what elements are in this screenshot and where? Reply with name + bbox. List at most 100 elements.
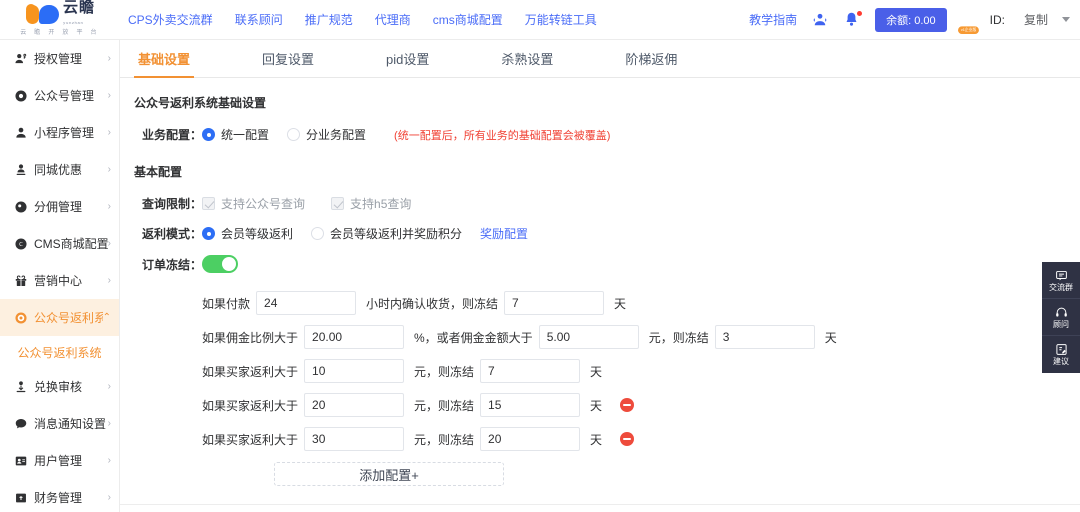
balance-button[interactable]: 余额: 0.00 [875,7,947,32]
sidebar-label: 营销中心 [34,274,83,288]
sidebar-label: 小程序管理 [34,126,95,140]
tab-pid-settings[interactable]: pid设置 [382,40,433,77]
cond-mid: 元，则冻结 [414,398,475,413]
radio-member-level-rebate-points[interactable]: 会员等级返利并奖励积分 [311,225,462,242]
commission-amount-input[interactable] [538,325,639,349]
sidebar-item-miniprogram[interactable]: 小程序管理 › [0,114,119,151]
tab-bar: 基础设置 回复设置 pid设置 杀熟设置 阶梯返佣 [120,40,1080,78]
wallet-icon [13,490,28,505]
chevron-right-icon: › [107,380,111,392]
chevron-right-icon: › [107,89,111,101]
customer-service-icon[interactable] [811,11,829,29]
teaching-guide-link[interactable]: 教学指南 [749,11,797,28]
chevron-right-icon: › [107,491,111,503]
float-item-label: 顾问 [1053,319,1069,329]
nav-link-contact-advisor[interactable]: 联系顾问 [235,11,283,28]
brand-logo[interactable]: 云瞻 yunzhan 云 瞻 开 放 平 台 [0,0,120,40]
buyer-rebate-amount-input-3[interactable] [304,427,405,451]
tab-basic-settings[interactable]: 基础设置 [134,40,195,78]
nav-link-cps-group[interactable]: CPS外卖交流群 [128,11,213,28]
copy-id-button[interactable]: 复制 [1024,11,1048,28]
logo-name-pinyin: yunzhan [62,19,84,25]
float-item-label: 建议 [1053,357,1069,366]
nav-link-link-converter[interactable]: 万能转链工具 [525,11,597,28]
payment-freeze-days-input[interactable] [504,291,605,315]
buyer-rebate-freeze-days-input-1[interactable] [480,359,581,383]
sidebar-item-commission[interactable]: 分佣管理 › [0,188,119,225]
sidebar-item-exchange-review[interactable]: 兑换审核 › [0,368,119,405]
order-freeze-toggle[interactable] [202,255,238,273]
condition-row-commission-rate: 如果佣金比例大于 %，或者佣金金额大于 元，则冻结 天 [202,320,1080,354]
nav-link-cms-config[interactable]: cms商城配置 [433,11,503,28]
checkbox-label: 支持公众号查询 [221,197,306,211]
svg-text:C: C [19,242,23,248]
radio-dot-icon [311,227,325,240]
sidebar-subitem-rebate-system[interactable]: 公众号返利系统 [0,336,119,368]
nav-link-promotion-rules[interactable]: 推广规范 [305,11,353,28]
payment-hours-input[interactable] [256,291,357,315]
nav-link-agent[interactable]: 代理商 [375,11,411,28]
user-account-block[interactable]: v1企业版 ID: [957,7,1010,34]
cond-prefix: 如果买家返利大于 [202,398,299,413]
cond-mid: 元，则冻结 [414,432,475,447]
sidebar-item-local-deals[interactable]: 同城优惠 › [0,151,119,188]
radio-split-config[interactable]: 分业务配置 [287,126,366,143]
chevron-right-icon: › [107,274,111,286]
commission-freeze-days-input[interactable] [714,325,815,349]
chevron-up-icon: ⌃ [102,311,111,323]
checkbox-label: 支持h5查询 [350,197,412,211]
avatar-version-badge: v1企业版 [957,25,979,34]
tab-tiered-commission[interactable]: 阶梯返佣 [621,40,681,77]
chevron-right-icon: › [107,126,111,138]
chevron-right-icon: › [107,417,111,429]
delete-condition-button-2[interactable] [620,398,635,412]
sidebar-item-marketing-center[interactable]: 营销中心 › [0,262,119,299]
buyer-rebate-amount-input-1[interactable] [304,359,405,383]
sidebar-item-cms-mall[interactable]: C CMS商城配置 › [0,225,119,262]
chevron-right-icon: › [107,163,111,175]
buyer-rebate-amount-input-2[interactable] [304,393,405,417]
row-order-freeze: 订单冻结： [134,255,1080,273]
delete-condition-button-3[interactable] [620,432,635,446]
target-icon [13,310,28,325]
buyer-rebate-freeze-days-input-3[interactable] [480,427,581,451]
radio-unified-config[interactable]: 统一配置 [202,126,269,143]
sidebar-item-message-notify[interactable]: 消息通知设置 › [0,405,119,442]
radio-member-level-rebate[interactable]: 会员等级返利 [202,225,293,242]
avatar-wrap[interactable]: v1企业版 [957,7,985,34]
float-item-chat-group[interactable]: 交流群 [1042,262,1080,299]
order-reply-section: 订单回复 买家订单付款消息回复： 还未配置业务消息通知？ 去配置 [134,505,1080,512]
float-item-feedback[interactable]: 建议 [1042,336,1080,373]
commission-rate-input[interactable] [304,325,405,349]
sidebar-label: 消息通知设置 [34,417,107,431]
tab-kill-familiar-settings[interactable]: 杀熟设置 [497,40,557,77]
reward-config-link[interactable]: 奖励配置 [480,225,528,242]
feedback-edit-icon [1055,343,1068,356]
checkbox-support-h5: 支持h5查询 [331,195,411,212]
cond-suffix: 天 [824,330,837,345]
sidebar-label: 用户管理 [34,454,83,468]
sidebar-item-auth-management[interactable]: 授权管理 › [0,40,119,77]
checkbox-box-icon [331,197,345,210]
sidebar-item-rebate-system[interactable]: 公众号返利系统 ⌃ [0,299,119,336]
add-config-button[interactable]: 添加配置+ [274,462,504,486]
tab-reply-settings[interactable]: 回复设置 [258,40,318,77]
chevron-right-icon: › [107,200,111,212]
sidebar-item-user-management[interactable]: 用户管理 › [0,442,119,479]
sidebar-item-official-account[interactable]: 公众号管理 › [0,77,119,114]
sidebar-label: 财务管理 [34,491,83,505]
cond-mid: 元，则冻结 [414,364,475,379]
logo-name-cn: 云瞻 [62,0,95,16]
section-title-basic-config: 基本配置 [134,165,183,179]
user-key-icon [13,51,28,66]
condition-row-buyer-rebate-2: 如果买家返利大于 元，则冻结 天 [202,388,1080,422]
buyer-rebate-freeze-days-input-2[interactable] [480,393,581,417]
sidebar-label: 分佣管理 [34,200,83,214]
sidebar[interactable]: 授权管理 › 公众号管理 › 小程序管理 › 同城优惠 › 分佣管理 › C C… [0,40,120,512]
chevron-right-icon: › [107,52,111,64]
header-right-group: 教学指南 余额: 0.00 v1企业版 ID: 复制 [749,7,1080,34]
sidebar-item-finance[interactable]: 财务管理 › [0,479,119,512]
float-item-advisor[interactable]: 顾问 [1042,299,1080,336]
bell-icon[interactable] [843,10,863,29]
chevron-down-icon[interactable] [1062,17,1070,22]
